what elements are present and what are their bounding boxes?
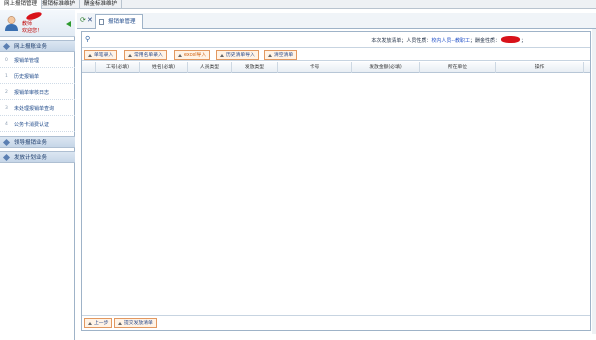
sidebar-item-card-auth[interactable]: 4 公务卡消费认证 — [0, 118, 75, 132]
item-number: 4 — [5, 122, 8, 127]
item-number: 2 — [5, 90, 8, 95]
avatar — [5, 16, 18, 31]
column-header-person-type[interactable]: 人员类型 — [188, 62, 232, 73]
sidebar-item-label: 未处理报销单查询 — [14, 106, 55, 112]
bottom-toolbar: 上一步 提交发放清单 — [82, 315, 590, 330]
sidebar-section-online[interactable]: 网上报账业务 — [0, 40, 75, 52]
table-body — [82, 74, 590, 312]
diamond-icon — [2, 153, 11, 162]
history-import-button[interactable]: 历史清单导入 — [216, 50, 259, 60]
clear-list-button[interactable]: 清空清单 — [264, 50, 298, 60]
top-menu-item-reimbursement[interactable]: 网上报销管理 — [0, 0, 43, 9]
sidebar-item-label: 公务卡消费认证 — [14, 122, 50, 128]
scrollbar-track[interactable] — [592, 29, 596, 334]
info-bar: ⚲ 本次发放清单；人员性质：校内人员--教职工；酬金性质： ； — [82, 32, 590, 48]
sidebar-section-plan[interactable]: 发放计划业务 — [0, 151, 75, 163]
up-arrow-icon — [88, 54, 92, 57]
sidebar-item-label: 报销单审核日志 — [14, 90, 50, 96]
button-label: 单笔录入 — [94, 53, 114, 58]
close-icon[interactable]: ✕ — [87, 17, 93, 24]
up-arrow-icon — [268, 54, 272, 57]
common-list-entry-button[interactable]: 常用名单录入 — [124, 50, 167, 60]
up-arrow-icon — [118, 322, 122, 325]
user-panel: 教师 欢迎您！ — [0, 10, 75, 37]
info-middle: ；酬金性质： — [469, 38, 500, 44]
sidebar-item-label: 报销单管理 — [14, 58, 40, 64]
single-entry-button[interactable]: 单笔录入 — [84, 50, 118, 60]
column-header-unit[interactable]: 所在单位 — [420, 62, 496, 73]
button-label: 提交发放清单 — [124, 321, 153, 326]
up-arrow-icon — [88, 322, 92, 325]
diamond-icon — [2, 42, 11, 51]
top-menu-bar: 网上报销管理 报销标准维护 酬金标准维护 — [0, 0, 596, 9]
sidebar: 教师 欢迎您！ 网上报账业务 0 报销单管理 1 历史报销单 2 报销单审核日志… — [0, 10, 75, 340]
tab-bar: ⟳ ✕ 报销单管理 — [77, 13, 596, 29]
person-type: 校内人员--教职工 — [431, 38, 470, 44]
column-header-name[interactable]: 姓名(必填) — [140, 62, 188, 73]
sidebar-item-unprocessed[interactable]: 3 未处理报销单查询 — [0, 102, 75, 116]
button-label: 常用名单录入 — [134, 53, 163, 58]
button-label: 清空清单 — [274, 53, 294, 58]
item-number: 0 — [5, 58, 8, 63]
submit-list-button[interactable]: 提交发放清单 — [114, 318, 157, 328]
tab-reimbursement[interactable]: 报销单管理 — [95, 14, 143, 29]
sidebar-section-label: 领导报销业务 — [14, 140, 48, 146]
sidebar-section-leader[interactable]: 领导报销业务 — [0, 136, 75, 148]
previous-step-button[interactable]: 上一步 — [84, 318, 113, 328]
item-number: 1 — [5, 74, 8, 79]
column-header-amount[interactable]: 发放金额(必填) — [352, 62, 420, 73]
refresh-icon[interactable]: ⟳ — [80, 17, 86, 24]
info-text: 本次发放清单；人员性质：校内人员--教职工；酬金性质： — [371, 37, 500, 44]
up-arrow-icon — [128, 54, 132, 57]
sidebar-section-label: 发放计划业务 — [14, 155, 48, 161]
column-header-pay-type[interactable]: 发放类型 — [232, 62, 278, 73]
collapse-arrow-icon[interactable] — [66, 21, 71, 27]
table-header: 工号(必填) 姓名(必填) 人员类型 发放类型 卡号 发放金额(必填) 所在单位… — [82, 62, 590, 73]
redaction-mark — [501, 36, 520, 43]
sidebar-section-label: 网上报账业务 — [14, 44, 48, 50]
sidebar-item-audit-log[interactable]: 2 报销单审核日志 — [0, 86, 75, 100]
info-prefix: 本次发放清单；人员性质： — [371, 38, 432, 44]
sidebar-item-label: 历史报销单 — [14, 74, 40, 80]
user-name: 教师 — [22, 21, 33, 27]
excel-import-button[interactable]: excel导入 — [174, 50, 211, 60]
column-header-id[interactable]: 工号(必填) — [96, 62, 140, 73]
up-arrow-icon — [178, 54, 182, 57]
main-panel: ⚲ 本次发放清单；人员性质：校内人员--教职工；酬金性质： ； 单笔录入 常用名… — [81, 31, 591, 331]
toolbar: 单笔录入 常用名单录入 excel导入 历史清单导入 清空清单 — [82, 49, 590, 61]
button-label: 上一步 — [94, 321, 109, 326]
item-number: 3 — [5, 106, 8, 111]
column-header-select — [82, 62, 96, 73]
diamond-icon — [2, 138, 11, 147]
sidebar-item-reimbursement[interactable]: 0 报销单管理 — [0, 54, 75, 68]
welcome-text: 欢迎您！ — [22, 28, 43, 34]
column-header-actions: 操作 — [496, 62, 584, 73]
page-icon — [99, 19, 104, 25]
search-icon[interactable]: ⚲ — [85, 36, 90, 43]
top-menu-item-pay-standards[interactable]: 酬金标准维护 — [80, 0, 123, 9]
up-arrow-icon — [220, 54, 224, 57]
sidebar-item-history[interactable]: 1 历史报销单 — [0, 70, 75, 84]
button-label: excel导入 — [184, 53, 207, 58]
tab-label: 报销单管理 — [108, 19, 136, 25]
info-suffix: ； — [520, 38, 526, 44]
button-label: 历史清单导入 — [226, 53, 255, 58]
column-header-card-number[interactable]: 卡号 — [278, 62, 352, 73]
top-menu-item-standards[interactable]: 报销标准维护 — [38, 0, 81, 9]
